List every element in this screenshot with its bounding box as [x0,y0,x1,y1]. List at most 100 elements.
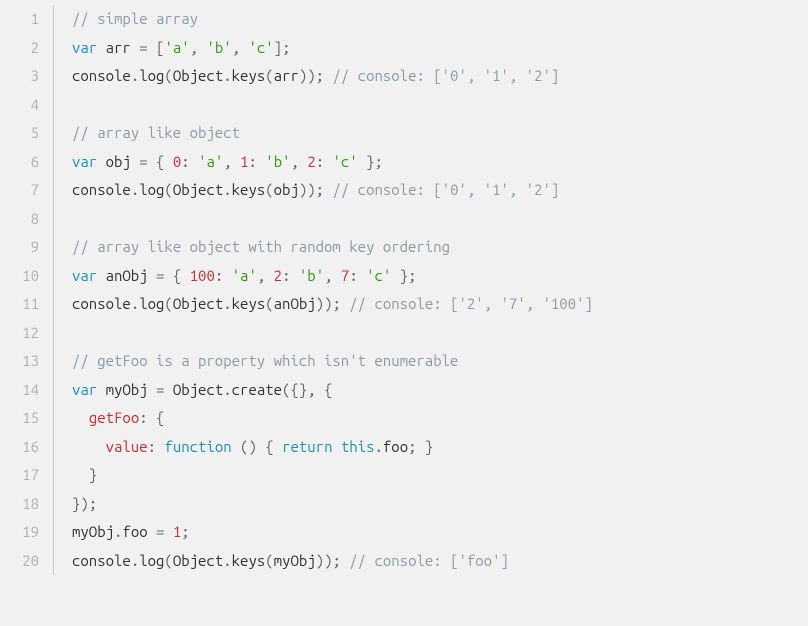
token-punct: ( [164,295,172,312]
token-ident [190,153,198,170]
token-punct: { [156,409,164,426]
token-string: 'b' [265,153,290,170]
token-comment: // console: ['foo'] [349,552,509,569]
token-punct: . [223,295,231,312]
code-line: console.log(Object.keys(myObj)); // cons… [72,547,593,576]
token-punct: ( [164,181,172,198]
line-number: 2 [0,34,39,63]
token-ident [232,153,240,170]
token-ident: anObj [274,295,316,312]
token-punct: { [265,438,273,455]
token-punct: ( [265,67,273,84]
token-func: keys [232,181,266,198]
token-number: 2 [274,267,282,284]
token-func: create [232,381,282,398]
token-ident [164,523,172,540]
token-comment: // getFoo is a property which isn't enum… [72,352,458,369]
token-punct: : [181,153,189,170]
line-number: 13 [0,347,39,376]
token-punct: , [190,39,198,56]
token-ident [358,153,366,170]
token-punct: )); [299,67,324,84]
token-punct: ]; [274,39,291,56]
token-ident: Object [164,381,223,398]
code-line: var obj = { 0: 'a', 1: 'b', 2: 'c' }; [72,148,593,177]
line-number: 9 [0,233,39,262]
token-punct: : [316,153,324,170]
token-punct: , [232,39,240,56]
token-punct: = [139,153,147,170]
token-ident [72,409,89,426]
token-comment: // simple array [72,10,198,27]
token-keyword: var [72,153,97,170]
line-number: 17 [0,461,39,490]
code-line [72,319,593,348]
token-string: 'c' [366,267,391,284]
line-number: 11 [0,290,39,319]
line-number: 18 [0,490,39,519]
token-punct: )); [299,181,324,198]
token-punct: } [89,466,97,483]
token-ident: obj [97,153,139,170]
token-punct: . [375,438,383,455]
token-ident: myObj [97,381,156,398]
token-ident: myObj [72,523,114,540]
token-comment: // array like object with random key ord… [72,238,450,255]
token-punct: : [148,438,156,455]
token-ident [324,153,332,170]
code-line: var anObj = { 100: 'a', 2: 'b', 7: 'c' }… [72,262,593,291]
code-line: // array like object with random key ord… [72,233,593,262]
line-number: 15 [0,404,39,433]
token-ident: Object [173,295,223,312]
token-ident [391,267,399,284]
token-func: log [139,67,164,84]
token-punct: { [173,267,181,284]
code-line: console.log(Object.keys(arr)); // consol… [72,62,593,91]
token-comment: // console: ['0', '1', '2'] [332,181,559,198]
token-punct: . [131,552,139,569]
token-ident [72,438,106,455]
token-punct: . [131,295,139,312]
token-keyword: var [72,381,97,398]
token-punct: ( [265,552,273,569]
token-func: log [139,552,164,569]
token-ident [181,267,189,284]
token-string: 'b' [299,267,324,284]
token-func: keys [232,67,266,84]
token-ident [148,153,156,170]
token-ident [265,267,273,284]
token-string: 'a' [232,267,257,284]
token-punct: : [139,409,147,426]
code-block: 1234567891011121314151617181920 // simpl… [0,0,808,580]
line-number: 19 [0,518,39,547]
line-number-gutter: 1234567891011121314151617181920 [0,5,54,575]
token-prop: value [106,438,148,455]
token-punct: . [223,67,231,84]
token-ident [232,438,240,455]
token-ident: obj [274,181,299,198]
line-number: 14 [0,376,39,405]
code-line: // simple array [72,5,593,34]
token-punct: }); [72,495,97,512]
token-punct: }; [366,153,383,170]
token-comment: // array like object [72,124,240,141]
token-number: 1 [173,523,181,540]
token-number: 0 [173,153,181,170]
line-number: 12 [0,319,39,348]
token-string: 'a' [164,39,189,56]
token-string: 'b' [206,39,231,56]
token-punct: : [248,153,256,170]
token-keyword: this [341,438,375,455]
token-ident [332,438,340,455]
token-punct: )); [316,295,341,312]
code-line [72,205,593,234]
token-ident: foo [122,523,156,540]
token-number: 100 [190,267,215,284]
token-ident [358,267,366,284]
token-keyword: return [282,438,332,455]
token-punct: . [223,381,231,398]
token-func: keys [232,295,266,312]
token-punct: ( [265,181,273,198]
token-comment: // console: ['0', '1', '2'] [332,67,559,84]
token-punct: )); [316,552,341,569]
